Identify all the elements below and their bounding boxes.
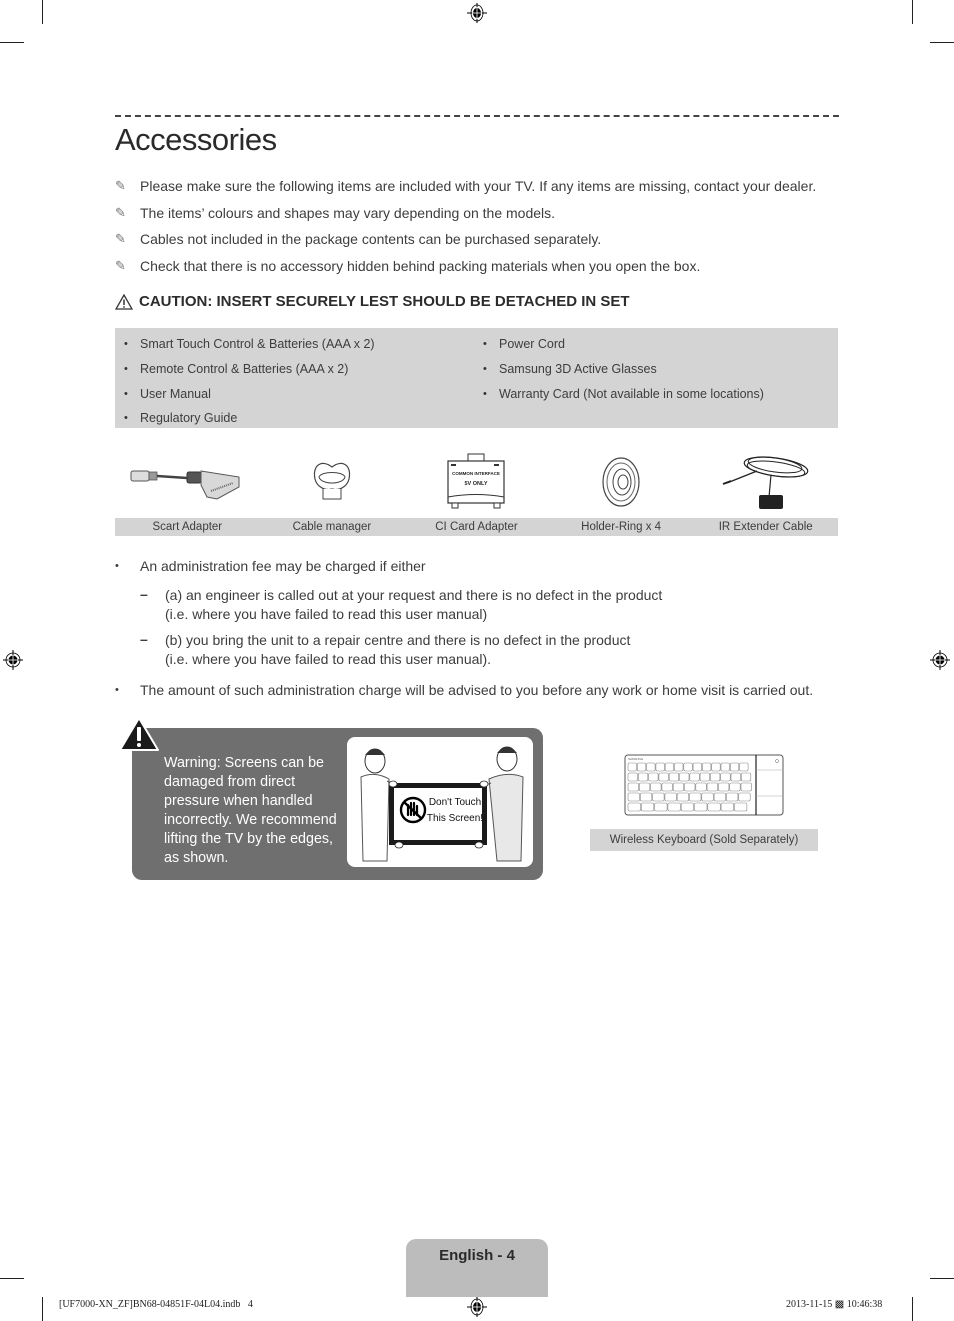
cable-manager-image	[313, 462, 351, 500]
slug-time: 10:46:38	[846, 1299, 883, 1310]
included-items-box: • Smart Touch Control & Batteries (AAA x …	[115, 328, 838, 428]
ci-card-printed-text: 5V ONLY	[465, 481, 488, 487]
fee-text: An administration fee may be charged if …	[140, 558, 426, 574]
accessory-label: Scart Adapter	[152, 521, 223, 533]
note-item: ✎ Please make sure the following items a…	[115, 178, 845, 205]
fee-sub-item: – (b) you bring the unit to a repair cen…	[140, 631, 630, 669]
slug-date: 2013-11-15	[786, 1299, 833, 1310]
print-slug-filename: [UF7000-XN_ZF]BN68-04851F-04L04.indb 4	[59, 1299, 253, 1310]
crop-mark	[0, 42, 24, 43]
warning-body: : Screens can be damaged from direct pre…	[164, 755, 337, 866]
people-lifting-tv-image: Don't Touch This Screen!	[360, 746, 524, 862]
registration-mark-icon	[930, 650, 950, 670]
warning-text: Warning: Screens can be damaged from dir…	[164, 754, 339, 868]
keyboard-label: Wireless Keyboard (Sold Separately)	[590, 829, 818, 851]
note-item: ✎ Cables not included in the package con…	[115, 231, 845, 258]
list-item: • Power Cord	[483, 337, 565, 352]
list-item: • Warranty Card (Not available in some lo…	[483, 386, 764, 401]
dash-icon: –	[140, 631, 148, 647]
crop-mark	[912, 0, 913, 24]
note-text: Cables not included in the package conte…	[140, 231, 602, 247]
slug-glyph-icon: ▩	[834, 1299, 845, 1310]
bullet-icon: •	[483, 363, 487, 376]
warning-label: Warning	[164, 755, 217, 771]
crop-mark	[912, 1297, 913, 1321]
list-item: • Remote Control & Batteries (AAA x 2)	[124, 362, 349, 377]
fee-sub-text: (i.e. where you have failed to read this…	[165, 651, 492, 667]
notes-list: ✎ Please make sure the following items a…	[115, 178, 845, 284]
accessory-label: Cable manager	[292, 521, 372, 533]
bullet-icon: •	[115, 560, 119, 572]
fee-sub-text: (i.e. where you have failed to read this…	[165, 606, 488, 622]
page-number-tab: English - 4	[406, 1239, 548, 1297]
caution-text: CAUTION: INSERT SECURELY LEST SHOULD BE …	[139, 293, 630, 310]
fee-sub-text: (a) an engineer is called out at your re…	[165, 587, 663, 603]
fee-sub-item: – (a) an engineer is called out at your …	[140, 586, 662, 624]
crop-mark	[42, 1297, 43, 1321]
note-text: Please make sure the following items are…	[140, 178, 817, 194]
registration-mark-icon	[467, 3, 487, 23]
registration-mark-icon	[3, 650, 23, 670]
page-title: Accessories	[115, 122, 277, 157]
bullet-icon: •	[115, 684, 119, 696]
sign-text: This Screen!	[427, 813, 483, 824]
pencil-note-icon: ✎	[115, 257, 126, 273]
bullet-icon: •	[124, 387, 128, 400]
page-number: English - 4	[439, 1247, 515, 1264]
crop-mark	[0, 1278, 24, 1279]
list-item: • Samsung 3D Active Glasses	[483, 362, 657, 377]
fee-bullet-item: • An administration fee may be charged i…	[115, 556, 426, 576]
warning-exclamation-icon	[119, 717, 159, 751]
accessory-labels-bar: Scart Adapter Cable manager CI Card Adap…	[115, 518, 838, 536]
bullet-icon: •	[124, 338, 128, 351]
section-divider	[115, 115, 839, 117]
crop-mark	[930, 42, 954, 43]
included-items-right: • Power Cord • Samsung 3D Active Glasses •…	[483, 332, 764, 406]
ci-card-printed-text: COMMON INTERFACE	[453, 471, 501, 476]
fee-sub-text: (b) you bring the unit to a repair centr…	[165, 632, 631, 648]
svg-text:SAMSUNG: SAMSUNG	[628, 757, 644, 761]
note-text: The items’ colours and shapes may vary d…	[140, 204, 556, 221]
holder-ring-image	[602, 457, 640, 507]
note-item: ✎ Check that there is no accessory hidde…	[115, 258, 845, 285]
list-item: • Smart Touch Control & Batteries (AAA x …	[124, 337, 375, 352]
sign-text: Don't Touch	[429, 797, 481, 808]
accessory-label: Holder-Ring x 4	[581, 521, 662, 533]
fee-text: The amount of such administration charge…	[140, 682, 814, 698]
included-items-left: • Smart Touch Control & Batteries (AAA x …	[124, 332, 375, 431]
scart-adapter-image	[130, 470, 240, 500]
note-item: ✎ The items’ colours and shapes may vary…	[115, 205, 845, 232]
caution-heading: CAUTION: INSERT SECURELY LEST SHOULD BE …	[115, 293, 630, 310]
dash-icon: –	[140, 586, 148, 602]
list-item: • Regulatory Guide	[124, 411, 238, 426]
ci-card-adapter-image: COMMON INTERFACE 5V ONLY	[447, 453, 506, 509]
crop-mark	[930, 1278, 954, 1279]
bullet-icon: •	[483, 338, 487, 351]
bullet-icon: •	[124, 363, 128, 376]
print-slug-timestamp: 2013-11-15 ▩ 10:46:38	[786, 1299, 882, 1310]
accessory-label: IR Extender Cable	[718, 521, 813, 533]
tv-handling-illustration: Don't Touch This Screen!	[347, 737, 533, 867]
ir-extender-cable-image	[722, 456, 809, 509]
pencil-note-icon: ✎	[115, 231, 126, 246]
bullet-icon: •	[483, 387, 487, 400]
list-item: • User Manual	[124, 386, 211, 401]
crop-mark	[42, 0, 43, 24]
pencil-note-icon: ✎	[115, 178, 126, 193]
wireless-keyboard-image: SAMSUNG	[624, 754, 784, 816]
pencil-note-icon: ✎	[115, 204, 126, 220]
bullet-icon: •	[124, 412, 128, 425]
accessory-label: CI Card Adapter	[435, 521, 518, 533]
registration-mark-icon	[467, 1297, 487, 1317]
fee-bullet-item: • The amount of such administration char…	[115, 680, 813, 700]
warning-triangle-icon	[115, 293, 133, 310]
note-text: Check that there is no accessory hidden …	[140, 257, 701, 274]
